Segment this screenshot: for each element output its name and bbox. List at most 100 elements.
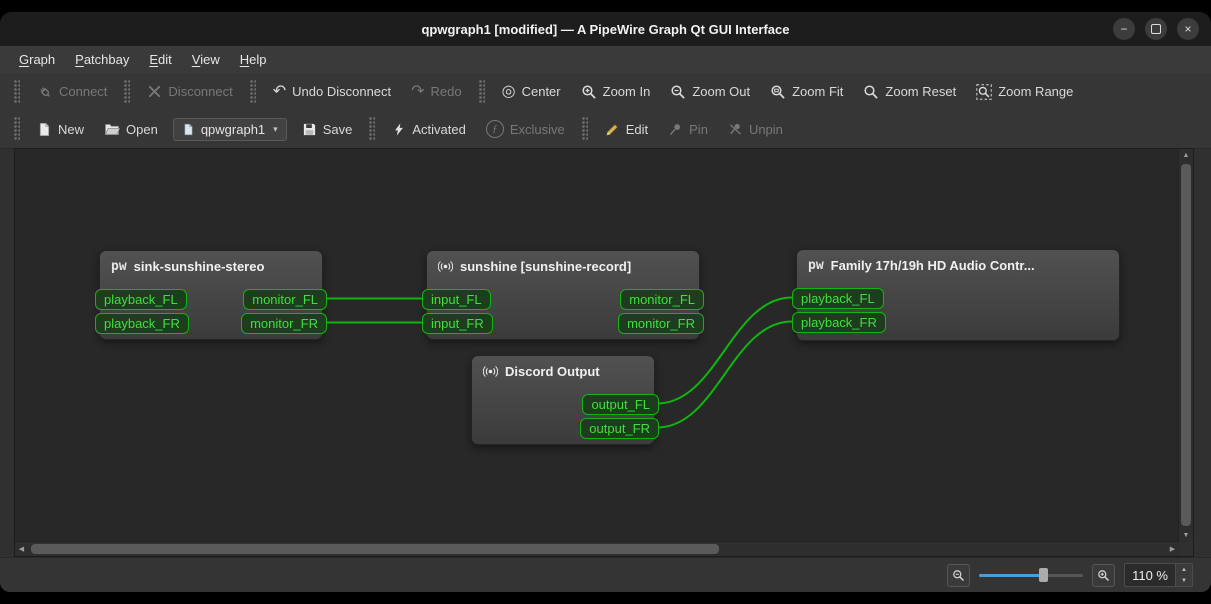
menu-help[interactable]: Help: [231, 49, 276, 70]
menubar: Graph Patchbay Edit View Help: [0, 46, 1211, 74]
node-family-hd-audio[interactable]: pw Family 17h/19h HD Audio Contr... play…: [792, 249, 1120, 341]
toolbar-separator: [124, 79, 131, 104]
pin-button[interactable]: Pin: [659, 117, 717, 142]
close-button[interactable]: ×: [1177, 18, 1199, 40]
horizontal-scrollbar[interactable]: ◀ ▶: [15, 541, 1179, 556]
audio-port[interactable]: monitor_FR: [618, 313, 704, 334]
spin-up-button[interactable]: ▲: [1176, 564, 1192, 575]
menu-patchbay[interactable]: Patchbay: [66, 49, 138, 70]
menu-view[interactable]: View: [183, 49, 229, 70]
menu-label-part: iew: [200, 52, 220, 67]
zoom-in-small-button[interactable]: [1092, 563, 1116, 587]
zoom-fit-icon: [771, 84, 785, 99]
node-header: pw Family 17h/19h HD Audio Contr...: [797, 250, 1119, 273]
horizontal-scrollbar-thumb[interactable]: [31, 544, 719, 554]
scrollbar-corner: [1179, 542, 1193, 556]
center-button[interactable]: ◎ Center: [493, 79, 570, 105]
save-button[interactable]: Save: [293, 117, 362, 142]
zoom-out-icon: [671, 84, 685, 99]
node-sunshine-record[interactable]: sunshine [sunshine-record] input_FL inpu…: [422, 250, 704, 340]
zoom-in-icon: [1098, 569, 1109, 581]
toolbar-handle[interactable]: [14, 79, 20, 104]
connect-button[interactable]: Connect: [28, 79, 116, 105]
open-button[interactable]: Open: [95, 116, 167, 142]
menu-label-part: dit: [158, 52, 172, 67]
toolbar-separator: [249, 79, 256, 104]
audio-port[interactable]: input_FR: [422, 313, 493, 334]
node-discord-output[interactable]: Discord Output output_FL output_FR: [471, 355, 659, 445]
connections-layer: [324, 296, 793, 429]
scroll-right-arrow[interactable]: ▶: [1166, 542, 1179, 556]
zoom-in-button[interactable]: Zoom In: [572, 79, 660, 105]
menu-edit[interactable]: Edit: [140, 49, 180, 70]
scroll-left-arrow[interactable]: ◀: [15, 542, 28, 556]
audio-port[interactable]: output_FL: [582, 394, 659, 415]
zoom-out-button[interactable]: Zoom Out: [661, 79, 759, 105]
disconnect-label: Disconnect: [168, 84, 233, 99]
window-title: qpwgraph1 [modified] — A PipeWire Graph …: [421, 21, 790, 37]
patchbay-document-icon: [184, 123, 193, 135]
redo-label: Redo: [430, 84, 462, 99]
undo-icon: ↶: [272, 82, 287, 100]
zoom-spin-arrows: ▲ ▼: [1175, 564, 1192, 586]
activated-toggle[interactable]: Activated: [383, 117, 474, 142]
menu-graph[interactable]: Graph: [10, 49, 64, 70]
broadcast-icon: [483, 366, 498, 377]
scroll-down-arrow[interactable]: ▼: [1179, 529, 1193, 542]
zoom-reset-button[interactable]: Zoom Reset: [854, 79, 965, 105]
graph-canvas[interactable]: pw sink-sunshine-stereo playback_FL play…: [15, 149, 1179, 542]
statusbar: 110 % ▲ ▼: [0, 557, 1211, 592]
zoom-slider-fill: [979, 574, 1042, 577]
zoom-range-label: Zoom Range: [998, 84, 1074, 99]
zoom-fit-label: Zoom Fit: [792, 84, 844, 99]
patchbay-select[interactable]: qpwgraph1 ▾: [172, 117, 287, 141]
vertical-scrollbar[interactable]: ▲ ▼: [1178, 149, 1193, 542]
new-button[interactable]: New: [28, 117, 93, 142]
zoom-slider[interactable]: [979, 567, 1084, 583]
undo-disconnect-button[interactable]: ↶ Undo Disconnect: [264, 79, 400, 105]
node-sink-sunshine-stereo[interactable]: pw sink-sunshine-stereo playback_FL play…: [95, 250, 327, 340]
minimize-button[interactable]: −: [1113, 18, 1135, 40]
audio-port[interactable]: output_FR: [580, 418, 659, 439]
chevron-down-icon: ▾: [273, 123, 278, 134]
menu-label-part: elp: [249, 52, 267, 67]
save-icon: [303, 123, 315, 135]
audio-port[interactable]: playback_FR: [792, 312, 886, 333]
zoom-slider-handle[interactable]: [1039, 568, 1049, 582]
zoom-spinbox[interactable]: 110 % ▲ ▼: [1124, 563, 1193, 587]
disconnect-button[interactable]: Disconnect: [138, 79, 241, 104]
audio-port[interactable]: monitor_FL: [620, 289, 704, 310]
audio-port[interactable]: monitor_FR: [241, 313, 327, 334]
zoom-in-icon: [582, 84, 596, 99]
audio-port[interactable]: playback_FR: [95, 313, 189, 334]
toolbar-handle[interactable]: [14, 117, 20, 141]
redo-button[interactable]: ↷ Redo: [402, 79, 470, 105]
unpin-button[interactable]: Unpin: [719, 117, 792, 142]
menu-label-part: E: [149, 52, 159, 67]
window-controls: − ×: [1113, 18, 1199, 40]
zoom-fit-button[interactable]: Zoom Fit: [761, 79, 852, 105]
titlebar[interactable]: qpwgraph1 [modified] — A PipeWire Graph …: [0, 12, 1211, 46]
exclusive-toggle[interactable]: ƒ Exclusive: [477, 115, 574, 143]
audio-port[interactable]: playback_FL: [792, 288, 884, 309]
zoom-out-small-button[interactable]: [947, 563, 971, 587]
unpin-icon: [729, 123, 742, 135]
vertical-scrollbar-thumb[interactable]: [1181, 164, 1191, 526]
zoom-range-button[interactable]: Zoom Range: [967, 79, 1082, 105]
audio-port[interactable]: playback_FL: [95, 289, 187, 310]
zoom-value[interactable]: 110 %: [1125, 564, 1175, 586]
zoom-range-icon: [976, 83, 992, 100]
new-document-icon: [39, 122, 50, 136]
node-header: sunshine [sunshine-record]: [427, 251, 699, 274]
save-label: Save: [322, 121, 353, 137]
maximize-button[interactable]: [1145, 18, 1167, 40]
edit-button[interactable]: Edit: [596, 117, 657, 142]
pipewire-icon: pw: [111, 259, 127, 274]
graph-toolbar: Connect Disconnect ↶ Undo Disconnect ↷ R…: [0, 73, 1211, 111]
audio-port[interactable]: monitor_FL: [243, 289, 327, 310]
audio-port[interactable]: input_FL: [422, 289, 491, 310]
scroll-up-arrow[interactable]: ▲: [1179, 149, 1193, 162]
spin-down-button[interactable]: ▼: [1176, 575, 1192, 586]
minimize-icon: −: [1120, 22, 1128, 36]
center-icon: ◎: [501, 82, 516, 100]
